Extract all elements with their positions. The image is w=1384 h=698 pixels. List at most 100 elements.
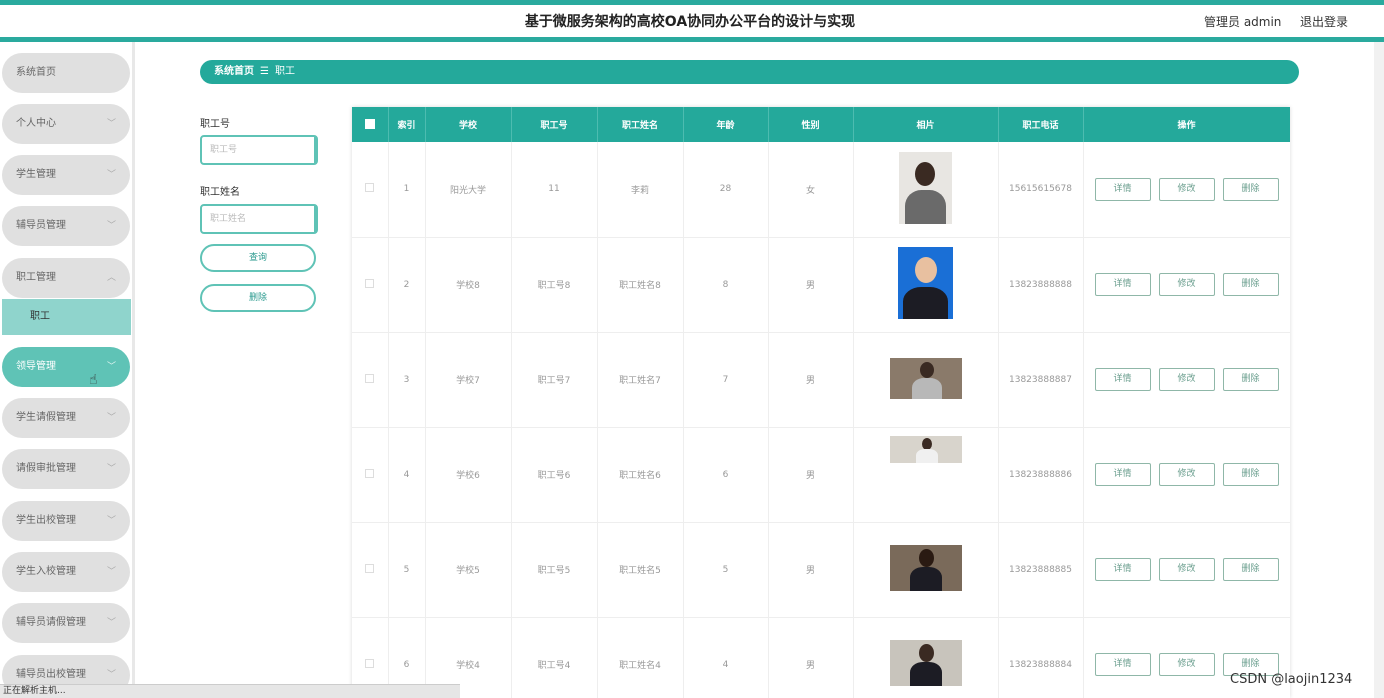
col-staff-id: 职工号: [511, 107, 598, 142]
chevron-down-icon: ﹀: [106, 170, 116, 180]
delete-selected-button[interactable]: 删除: [200, 284, 316, 312]
table-row: 5 学校5 职工号5 职工姓名5 5 男 13823888885 详情 修改 删除: [352, 522, 1290, 618]
table-row: 1 阳光大学 11 李莉 28 女 15615615678 详情 修改 删除: [352, 142, 1290, 238]
row-checkbox[interactable]: [365, 278, 375, 288]
cell-index: 5: [388, 522, 426, 618]
cell-index: 1: [388, 142, 426, 238]
sidebar-item-student-leave[interactable]: 学生请假管理 ﹀: [2, 398, 130, 438]
sidebar-item-home[interactable]: 系统首页: [2, 53, 130, 93]
col-school: 学校: [425, 107, 512, 142]
watermark: CSDN @laojin1234: [1230, 672, 1353, 687]
sidebar: 系统首页 个人中心 ﹀ 学生管理 ﹀ 辅导员管理 ﹀ 职工管理 ︿ 职工 领导管理 ﹀ 学…: [0, 42, 135, 698]
delete-button[interactable]: 删除: [1222, 177, 1279, 201]
breadcrumb-home[interactable]: 系统首页: [214, 66, 254, 77]
cell-gender: 男: [768, 427, 854, 523]
query-button[interactable]: 查询: [200, 244, 316, 272]
sidebar-scrollbar[interactable]: [132, 42, 135, 698]
row-checkbox[interactable]: [365, 468, 375, 478]
col-staff-name: 职工姓名: [597, 107, 684, 142]
sidebar-item-counselors[interactable]: 辅导员管理 ﹀: [2, 206, 130, 246]
cell-school: 学校6: [425, 427, 512, 523]
cell-gender: 男: [768, 237, 854, 333]
detail-button[interactable]: 详情: [1094, 463, 1151, 486]
cell-staff-name: 职工姓名8: [597, 237, 684, 333]
detail-button[interactable]: 详情: [1094, 177, 1151, 201]
detail-button[interactable]: 详情: [1094, 558, 1151, 581]
col-phone: 职工电话: [998, 107, 1084, 142]
cell-age: 4: [683, 617, 769, 698]
sidebar-subitem-staff[interactable]: 职工: [2, 299, 131, 335]
row-checkbox[interactable]: [365, 658, 375, 668]
edit-button[interactable]: 修改: [1158, 558, 1215, 581]
sidebar-item-counselor-leave[interactable]: 辅导员请假管理 ﹀: [2, 603, 130, 643]
logout-link[interactable]: 退出登录: [1300, 13, 1348, 30]
cell-staff-name: 职工姓名5: [597, 522, 684, 618]
cell-age: 5: [683, 522, 769, 618]
edit-button[interactable]: 修改: [1158, 177, 1215, 201]
cell-phone: 13823888884: [998, 617, 1084, 698]
edit-button[interactable]: 修改: [1158, 273, 1215, 296]
table-row: 3 学校7 职工号7 职工姓名7 7 男 13823888887 详情 修改 删除: [352, 332, 1290, 428]
staff-id-label: 职工号: [200, 119, 230, 130]
delete-button[interactable]: 删除: [1222, 463, 1279, 486]
cell-age: 7: [683, 332, 769, 428]
chevron-down-icon: ﹀: [106, 618, 116, 628]
chevron-down-icon: ﹀: [106, 516, 116, 526]
row-checkbox[interactable]: [365, 373, 375, 383]
staff-name-input[interactable]: [200, 204, 318, 234]
edit-button[interactable]: 修改: [1158, 368, 1215, 391]
chevron-down-icon: ﹀: [106, 119, 116, 129]
staff-id-input[interactable]: [200, 135, 318, 165]
sidebar-item-students[interactable]: 学生管理 ﹀: [2, 155, 130, 195]
delete-button[interactable]: 删除: [1222, 368, 1279, 391]
cell-school: 学校8: [425, 237, 512, 333]
cell-staff-id: 职工号5: [511, 522, 598, 618]
table-row: 4 学校6 职工号6 职工姓名6 6 男 13823888886 详情 修改 删除: [352, 427, 1290, 523]
chevron-down-icon: ﹀: [106, 362, 116, 372]
site-title: 基于微服务架构的高校OA协同办公平台的设计与实现: [524, 14, 856, 30]
cell-staff-name: 李莉: [597, 142, 684, 238]
detail-button[interactable]: 详情: [1094, 653, 1151, 676]
sidebar-item-student-entry[interactable]: 学生入校管理 ﹀: [2, 552, 130, 592]
col-photo: 相片: [853, 107, 999, 142]
detail-button[interactable]: 详情: [1094, 368, 1151, 391]
sidebar-item-personal-center[interactable]: 个人中心 ﹀: [2, 104, 130, 144]
col-age: 年龄: [683, 107, 769, 142]
header: 基于微服务架构的高校OA协同办公平台的设计与实现 管理员 admin 退出登录: [0, 5, 1384, 37]
cell-phone: 13823888886: [998, 427, 1084, 523]
cell-staff-name: 职工姓名6: [597, 427, 684, 523]
browser-status-bar: 正在解析主机...: [0, 684, 460, 698]
table-row: 2 学校8 职工号8 职工姓名8 8 男 13823888888 详情 修改 删除: [352, 237, 1290, 333]
menu-icon: ☰: [260, 66, 269, 77]
admin-label: 管理员 admin: [1204, 15, 1282, 29]
sidebar-item-student-exit[interactable]: 学生出校管理 ﹀: [2, 501, 130, 541]
select-all-header[interactable]: [352, 107, 389, 142]
row-checkbox[interactable]: [365, 183, 375, 193]
delete-button[interactable]: 删除: [1222, 558, 1279, 581]
row-checkbox[interactable]: [365, 563, 375, 573]
page-scrollbar[interactable]: [1374, 42, 1384, 698]
cell-staff-name: 职工姓名4: [597, 617, 684, 698]
cell-phone: 13823888888: [998, 237, 1084, 333]
staff-photo: [889, 640, 962, 686]
header-divider: [0, 37, 1384, 42]
cell-gender: 男: [768, 522, 854, 618]
col-gender: 性别: [768, 107, 854, 142]
staff-photo: [899, 151, 952, 224]
delete-button[interactable]: 删除: [1222, 273, 1279, 296]
table-header-row: 索引 学校 职工号 职工姓名 年龄 性别 相片 职工电话 操作: [352, 107, 1290, 142]
select-all-checkbox[interactable]: [364, 119, 375, 130]
sidebar-item-leaders[interactable]: 领导管理 ﹀: [2, 347, 130, 387]
staff-photo: [889, 357, 962, 399]
edit-button[interactable]: 修改: [1158, 463, 1215, 486]
sidebar-item-staff[interactable]: 职工管理 ︿: [2, 258, 130, 298]
edit-button[interactable]: 修改: [1158, 653, 1215, 676]
staff-table: 索引 学校 职工号 职工姓名 年龄 性别 相片 职工电话 操作 1 阳光大学 1…: [352, 107, 1290, 698]
cell-index: 2: [388, 237, 426, 333]
cell-staff-id: 职工号4: [511, 617, 598, 698]
sidebar-item-leave-approval[interactable]: 请假审批管理 ﹀: [2, 449, 130, 489]
cell-staff-id: 职工号6: [511, 427, 598, 523]
detail-button[interactable]: 详情: [1094, 273, 1151, 296]
cell-school: 学校5: [425, 522, 512, 618]
cell-staff-id: 职工号8: [511, 237, 598, 333]
